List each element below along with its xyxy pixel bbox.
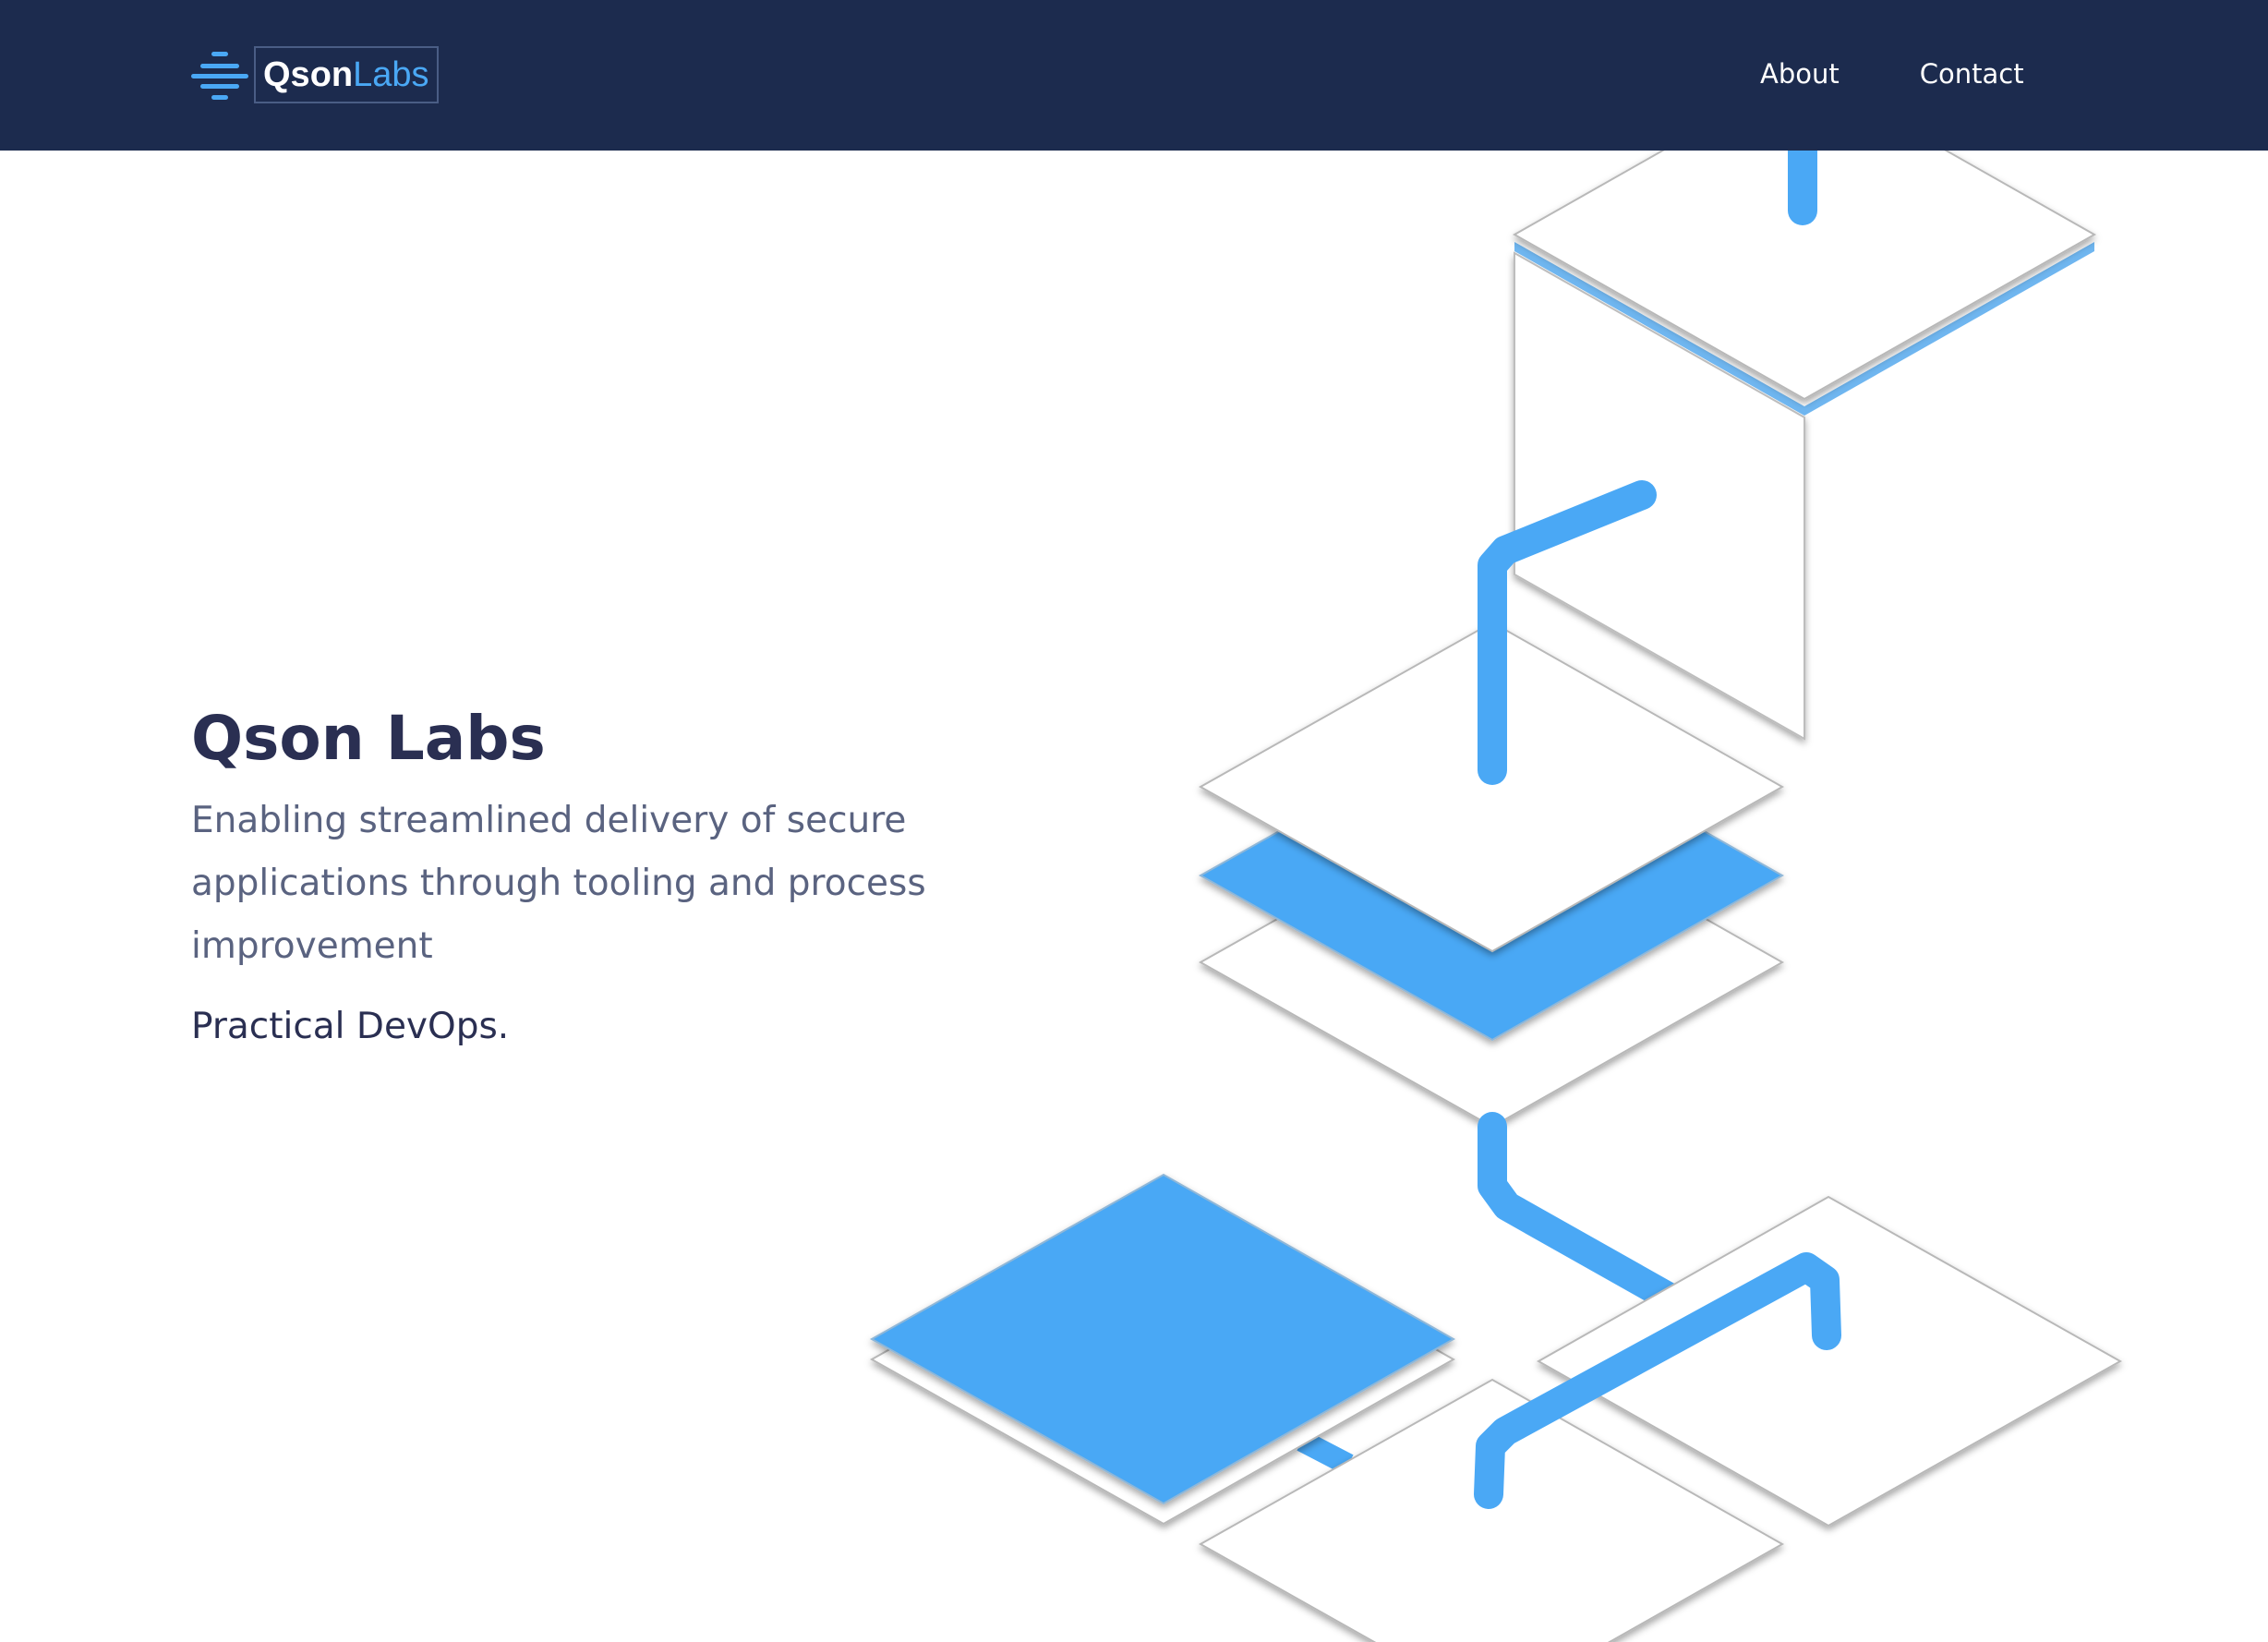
hero-tagline: Practical DevOps. <box>191 1006 510 1048</box>
logo-text-bold: Qson <box>263 55 354 94</box>
pipe-connector <box>1297 1431 1354 1475</box>
logo-wordmark: Qson Labs <box>254 46 439 103</box>
logo-stack-icon <box>191 52 248 100</box>
navbar: Qson Labs About Contact <box>0 0 2268 151</box>
brand-logo[interactable]: Qson Labs <box>191 46 439 103</box>
hero-title: Qson Labs <box>191 703 546 774</box>
pipe-lower <box>1478 1112 1695 1319</box>
nav-menu: About Contact <box>1760 52 2024 96</box>
hero-section: Qson Labs Enabling streamlined delivery … <box>191 702 930 1047</box>
hero-subtitle: Enabling streamlined delivery of secure … <box>191 800 926 968</box>
nav-link-about[interactable]: About <box>1760 58 1840 90</box>
logo-text-light: Labs <box>353 55 429 94</box>
nav-link-contact[interactable]: Contact <box>1920 58 2024 90</box>
